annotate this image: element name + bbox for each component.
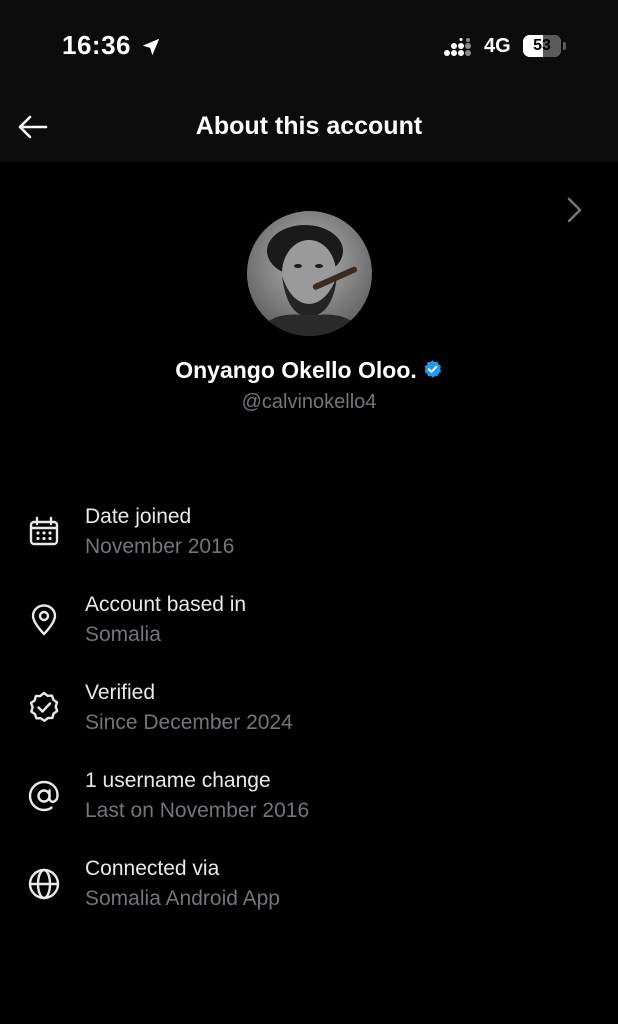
info-value: November 2016 bbox=[85, 535, 235, 558]
list-item-date-joined: Date joined November 2016 bbox=[0, 500, 618, 588]
at-sign-icon bbox=[28, 780, 59, 812]
location-pin-icon bbox=[31, 604, 57, 636]
info-value: Somalia bbox=[85, 623, 161, 646]
profile-name: Onyango Okello Oloo. bbox=[175, 357, 417, 383]
info-label: Connected via bbox=[85, 857, 220, 880]
calendar-icon bbox=[29, 516, 59, 546]
info-value: Since December 2024 bbox=[85, 711, 293, 734]
info-value: Last on November 2016 bbox=[85, 799, 310, 822]
verified-check-icon bbox=[29, 691, 59, 722]
account-info-list: Date joined November 2016 Account based … bbox=[0, 500, 618, 940]
signal-icon bbox=[444, 38, 471, 56]
list-item-verified[interactable]: Verified Since December 2024 bbox=[0, 676, 618, 764]
verified-badge-icon bbox=[424, 359, 441, 378]
header: About this account bbox=[0, 92, 618, 162]
list-item-username-changes: 1 username change Last on November 2016 bbox=[0, 764, 618, 852]
profile-name-row: Onyango Okello Oloo. bbox=[0, 357, 618, 384]
battery-percentage: 53 bbox=[533, 37, 551, 54]
page-title: About this account bbox=[195, 112, 423, 140]
info-label: Verified bbox=[85, 681, 156, 704]
info-label: Account based in bbox=[85, 593, 247, 616]
list-item-account-based-in: Account based in Somalia bbox=[0, 588, 618, 676]
status-time: 16:36 bbox=[62, 30, 131, 60]
info-label: 1 username change bbox=[85, 769, 271, 792]
location-arrow-icon bbox=[142, 38, 160, 56]
globe-icon bbox=[28, 868, 60, 900]
chevron-right-icon[interactable] bbox=[565, 196, 585, 224]
avatar[interactable] bbox=[247, 211, 372, 336]
network-type-label: 4G bbox=[484, 35, 511, 57]
profile-handle[interactable]: @calvinokello4 bbox=[0, 391, 618, 414]
info-label: Date joined bbox=[85, 505, 192, 528]
status-bar: 16:36 4G 53 bbox=[0, 0, 618, 92]
battery-icon: 53 bbox=[523, 35, 566, 57]
info-value: Somalia Android App bbox=[85, 887, 280, 910]
list-item-connected-via: Connected via Somalia Android App bbox=[0, 852, 618, 940]
